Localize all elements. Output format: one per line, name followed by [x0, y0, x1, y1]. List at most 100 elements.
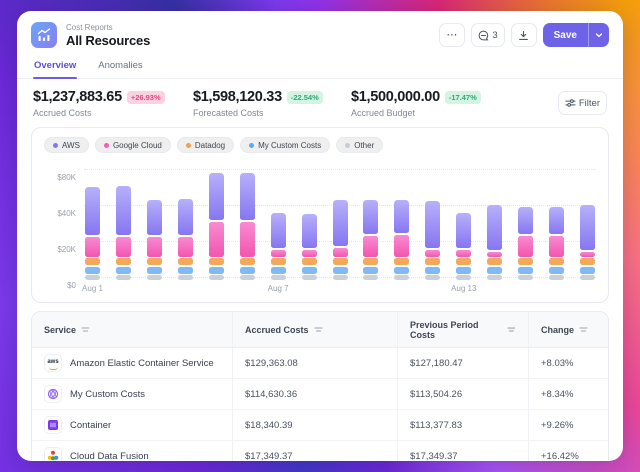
bar-day-10[interactable] — [363, 200, 378, 280]
accrued-cost-cell: $114,630.36 — [232, 379, 397, 409]
x-tick — [209, 284, 224, 295]
segment-aws — [302, 214, 317, 248]
stacked-bar — [147, 200, 162, 280]
save-dropdown-button[interactable] — [588, 23, 609, 47]
service-icon-box — [44, 447, 62, 461]
segment-datadog — [394, 258, 409, 265]
tab-anomalies[interactable]: Anomalies — [97, 57, 143, 78]
sort-icon — [579, 326, 588, 333]
legend-pill-google-cloud[interactable]: Google Cloud — [95, 137, 171, 153]
change-cell: +8.34% — [528, 379, 608, 409]
bar-day-2[interactable] — [116, 186, 131, 280]
column-header-accrued-costs[interactable]: Accrued Costs — [232, 312, 397, 347]
download-button[interactable] — [511, 23, 537, 47]
segment-datadog — [85, 258, 100, 265]
bar-day-16[interactable] — [549, 207, 564, 280]
segment-my_custom_costs — [333, 267, 348, 274]
stacked-bar — [85, 187, 100, 280]
table-row[interactable]: awsAmazon Elastic Container Service$129,… — [32, 348, 608, 379]
services-table: ServiceAccrued CostsPrevious Period Cost… — [31, 311, 609, 461]
segment-my_custom_costs — [302, 267, 317, 274]
service-cell: Cloud Data Fusion — [32, 441, 232, 461]
segment-my_custom_costs — [487, 267, 502, 274]
segment-google_cloud — [209, 222, 224, 257]
bar-day-6[interactable] — [240, 173, 255, 280]
bar-day-8[interactable] — [302, 214, 317, 280]
table-row[interactable]: My Custom Costs$114,630.36$113,504.26+8.… — [32, 379, 608, 410]
legend-pill-datadog[interactable]: Datadog — [177, 137, 234, 153]
x-tick — [333, 284, 348, 295]
x-tick-label: Aug 7 — [268, 284, 289, 293]
previous-period-cost-cell: $113,504.26 — [397, 379, 528, 409]
more-button[interactable]: ⋯ — [439, 23, 465, 47]
x-tick — [147, 284, 162, 295]
previous-period-cost-cell: $17,349.37 — [397, 441, 528, 461]
stat-value: $1,237,883.65 — [33, 89, 122, 105]
cost-chart-card: AWS Google Cloud Datadog My Custom Costs Oth… — [31, 127, 609, 303]
segment-other — [240, 275, 255, 280]
segment-other — [394, 275, 409, 280]
stacked-bar — [178, 199, 193, 280]
bar-day-5[interactable] — [209, 173, 224, 280]
stats-row: $1,237,883.65+26.93%Accrued Costs$1,598,… — [17, 79, 623, 127]
segment-other — [271, 275, 286, 280]
legend-pill-my-custom-costs[interactable]: My Custom Costs — [240, 137, 330, 153]
bar-day-15[interactable] — [518, 207, 533, 280]
column-header-previous-period-costs[interactable]: Previous Period Costs — [397, 312, 528, 347]
bar-day-7[interactable] — [271, 213, 286, 280]
column-header-service[interactable]: Service — [32, 312, 232, 347]
sort-icon — [314, 326, 323, 333]
change-badge: -17.47% — [445, 91, 481, 104]
service-name: Container — [70, 420, 111, 431]
bar-day-1[interactable] — [85, 187, 100, 280]
bar-day-14[interactable] — [487, 205, 502, 280]
tab-overview[interactable]: Overview — [33, 57, 77, 78]
service-cell: My Custom Costs — [32, 379, 232, 409]
segment-other — [178, 275, 193, 280]
column-header-change[interactable]: Change — [528, 312, 608, 347]
segment-aws — [116, 186, 131, 235]
segment-other — [580, 275, 595, 280]
table-row[interactable]: Container$18,340.39$113,377.83+9.26% — [32, 410, 608, 441]
segment-my_custom_costs — [518, 267, 533, 274]
table-row[interactable]: Cloud Data Fusion$17,349.37$17,349.37+16… — [32, 441, 608, 461]
bar-day-12[interactable] — [425, 201, 440, 280]
bar-day-9[interactable] — [333, 200, 348, 280]
stacked-bar — [333, 200, 348, 280]
segment-datadog — [425, 258, 440, 265]
segment-datadog — [271, 258, 286, 265]
legend-label: AWS — [62, 141, 80, 150]
x-tick: Aug 1 — [85, 284, 100, 295]
segment-aws — [580, 205, 595, 250]
bar-day-17[interactable] — [580, 205, 595, 280]
save-button[interactable]: Save — [543, 23, 588, 47]
segment-datadog — [580, 258, 595, 265]
bar-day-11[interactable] — [394, 200, 409, 280]
sort-icon — [507, 326, 516, 333]
stacked-bar — [549, 207, 564, 280]
segment-other — [116, 275, 131, 280]
segment-other — [147, 275, 162, 280]
stacked-bar — [302, 214, 317, 280]
segment-my_custom_costs — [456, 267, 471, 274]
filter-button[interactable]: Filter — [558, 91, 607, 115]
stat-label: Accrued Budget — [351, 108, 481, 118]
y-tick-label: $20K — [44, 245, 76, 254]
stacked-bar — [240, 173, 255, 280]
segment-my_custom_costs — [178, 267, 193, 274]
segment-other — [85, 275, 100, 280]
gradient-background: Cost Reports All Resources ⋯ 3 — [0, 0, 640, 472]
legend-pill-other[interactable]: Other — [336, 137, 383, 153]
legend-pill-aws[interactable]: AWS — [44, 137, 89, 153]
bar-day-3[interactable] — [147, 200, 162, 280]
x-tick — [363, 284, 378, 295]
comments-count: 3 — [492, 30, 497, 41]
comments-button[interactable]: 3 — [471, 23, 504, 47]
segment-aws — [333, 200, 348, 246]
segment-other — [333, 275, 348, 280]
bar-day-13[interactable] — [456, 213, 471, 280]
legend-label: Other — [354, 141, 374, 150]
bar-day-4[interactable] — [178, 199, 193, 280]
filter-sliders-icon — [565, 98, 576, 108]
segment-other — [363, 275, 378, 280]
